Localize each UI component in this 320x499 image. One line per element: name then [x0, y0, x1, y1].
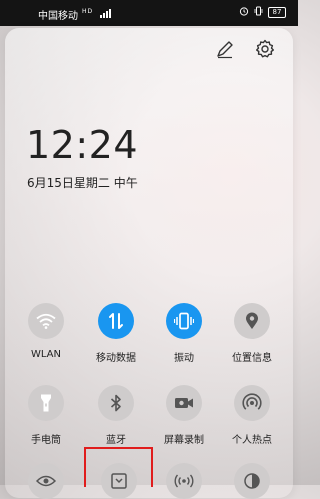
flashlight-icon	[41, 394, 51, 412]
tile-screen-record-button[interactable]	[166, 385, 202, 421]
tile-dark-mode[interactable]	[217, 463, 287, 499]
tile-nfc[interactable]	[149, 463, 219, 499]
alarm-icon	[239, 6, 249, 19]
tile-location-button[interactable]	[234, 303, 270, 339]
data-arrows-icon	[109, 313, 123, 329]
tile-wlan[interactable]: WLAN	[11, 303, 81, 360]
tile-bluetooth-button[interactable]	[98, 385, 134, 421]
contrast-icon	[244, 473, 260, 489]
tile-mobile-data[interactable]: 移动数据	[81, 303, 151, 364]
tile-label: 振动	[174, 353, 194, 364]
edit-button[interactable]	[214, 38, 236, 60]
tile-flashlight-button[interactable]	[28, 385, 64, 421]
clock-time: 12:24	[26, 123, 139, 167]
tile-label: 蓝牙	[106, 435, 126, 446]
vibrate-status-icon	[254, 6, 263, 19]
selection-highlight	[84, 447, 153, 487]
settings-button[interactable]	[254, 38, 276, 60]
status-right: 87	[239, 6, 286, 19]
tile-dark-mode-button[interactable]	[234, 463, 270, 499]
tile-bluetooth[interactable]: 蓝牙	[81, 385, 151, 446]
tile-vibrate[interactable]: 振动	[149, 303, 219, 364]
clock-date: 6月15日星期二 中午	[27, 176, 138, 190]
hotspot-icon	[242, 393, 262, 410]
eye-icon	[36, 475, 56, 487]
tile-nfc-button[interactable]	[166, 463, 202, 499]
tile-hotspot[interactable]: 个人热点	[217, 385, 287, 446]
tile-flashlight[interactable]: 手电筒	[11, 385, 81, 446]
tile-label: WLAN	[30, 349, 61, 360]
tile-screen-record[interactable]: 屏幕录制	[149, 385, 219, 446]
tile-label: 个人热点	[232, 435, 272, 446]
signal-waves-icon	[174, 474, 194, 488]
tile-hotspot-button[interactable]	[234, 385, 270, 421]
tile-label: 位置信息	[232, 353, 272, 364]
vibrate-icon	[174, 312, 194, 330]
battery-indicator: 87	[268, 7, 286, 18]
gear-icon	[256, 39, 274, 58]
status-bar: 中国移动 HD 87	[0, 0, 298, 26]
tile-wlan-button[interactable]	[28, 303, 64, 339]
tile-location[interactable]: 位置信息	[217, 303, 287, 364]
video-camera-icon	[175, 398, 193, 408]
signal-icon	[100, 8, 111, 18]
hd-tag: HD	[82, 8, 94, 15]
tile-label: 移动数据	[96, 353, 136, 364]
tile-eye-comfort[interactable]	[11, 463, 81, 499]
location-pin-icon	[246, 312, 258, 329]
wifi-icon	[36, 313, 56, 329]
pencil-icon	[217, 41, 233, 59]
carrier-name: 中国移动	[38, 11, 78, 22]
tile-label: 手电筒	[31, 435, 61, 446]
bluetooth-icon	[110, 394, 121, 412]
tile-label: 屏幕录制	[164, 435, 204, 446]
tile-vibrate-button[interactable]	[166, 303, 202, 339]
tile-eye-comfort-button[interactable]	[28, 463, 64, 499]
tile-mobile-data-button[interactable]	[98, 303, 134, 339]
